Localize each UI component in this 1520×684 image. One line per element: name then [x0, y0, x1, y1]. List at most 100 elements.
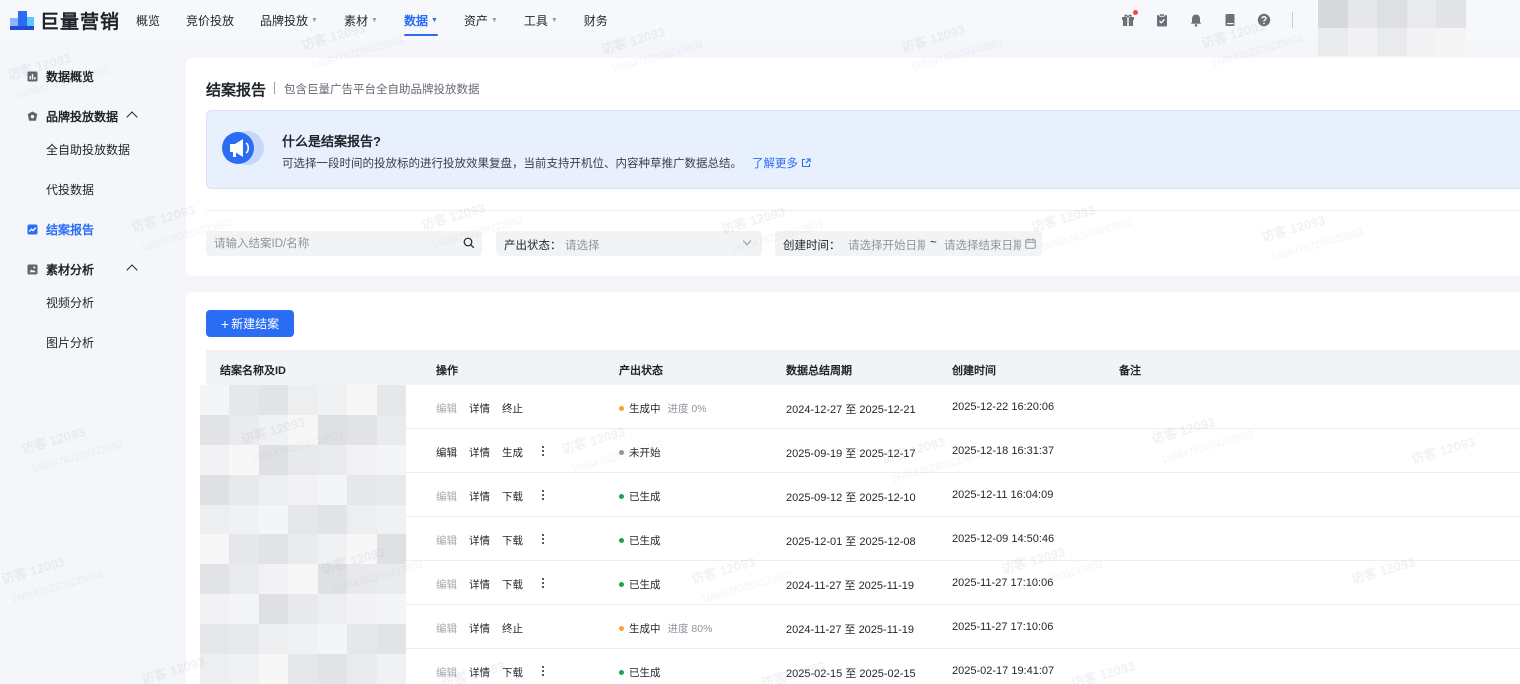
filter-divider: [206, 210, 1520, 211]
summary-period: 2025-09-12 至 2025-12-10: [786, 492, 916, 504]
bell-icon[interactable]: [1188, 12, 1204, 28]
nav-item-0[interactable]: 概览: [136, 0, 160, 40]
brand-logo-icon: [10, 9, 36, 31]
more-vertical-icon[interactable]: [540, 665, 546, 677]
row-action-2[interactable]: 终止: [502, 401, 523, 416]
row-action-1[interactable]: 详情: [469, 577, 490, 592]
row-action-2[interactable]: 终止: [502, 621, 523, 636]
nav-item-5[interactable]: 资产 ▼: [464, 0, 498, 40]
created-time: 2025-02-17 19:41:07: [952, 665, 1055, 677]
progress-text: 进度 80%: [667, 623, 713, 635]
chevron-down-icon: [742, 236, 752, 246]
nav-item-2[interactable]: 品牌投放 ▼: [260, 0, 318, 40]
date-range-separator: ~: [930, 237, 937, 249]
row-action-0[interactable]: 编辑: [436, 445, 457, 460]
nav-item-7[interactable]: 财务: [584, 0, 608, 40]
status-label: 生成中: [629, 403, 661, 415]
megaphone-icon: [221, 130, 265, 166]
title-divider: [274, 82, 275, 94]
gift-icon[interactable]: [1120, 10, 1138, 28]
learn-more-label: 了解更多: [752, 158, 798, 170]
more-vertical-icon[interactable]: [540, 533, 546, 545]
column-header-2: 产出状态: [619, 365, 663, 377]
sidebar-item-0[interactable]: 数据概览: [0, 58, 180, 94]
help-icon[interactable]: [1256, 12, 1272, 28]
learn-more-link[interactable]: 了解更多: [752, 155, 811, 171]
status-dot: [619, 582, 624, 587]
nav-item-4[interactable]: 数据 ▼: [403, 0, 438, 40]
row-action-1[interactable]: 详情: [469, 401, 490, 416]
row-action-0: 编辑: [436, 535, 457, 547]
summary-period: 2024-12-27 至 2025-12-21: [786, 404, 916, 416]
clipboard-check-icon[interactable]: [1154, 12, 1170, 28]
trend-icon: [27, 224, 38, 235]
search-icon[interactable]: [463, 237, 475, 249]
sidebar-item-6[interactable]: 视频分析: [0, 284, 180, 320]
more-vertical-icon[interactable]: [540, 489, 546, 501]
sidebar-item-4[interactable]: 结案报告: [0, 211, 180, 247]
nav-item-1[interactable]: 竞价投放: [186, 0, 234, 40]
page-subtitle: 包含巨量广告平台全自助品牌投放数据: [284, 84, 480, 96]
column-header-3: 数据总结周期: [786, 365, 852, 377]
row-action-0: 编辑: [436, 623, 457, 635]
book-icon[interactable]: [1222, 12, 1238, 28]
caret-down-icon: ▼: [430, 16, 438, 24]
sidebar-item-5[interactable]: 素材分析: [0, 251, 180, 287]
end-date-input[interactable]: 请选择结束日期: [944, 237, 1021, 253]
new-report-button[interactable]: + 新建结案: [206, 310, 294, 337]
nav-item-label: 品牌投放: [260, 13, 309, 28]
status-dot: [619, 406, 624, 411]
sidebar-item-label: 代投数据: [46, 182, 95, 197]
summary-period: 2025-02-15 至 2025-02-15: [786, 668, 916, 680]
column-header-0: 结案名称及ID: [220, 365, 286, 377]
row-action-0: 编辑: [436, 491, 457, 503]
external-link-icon: [801, 158, 811, 168]
row-action-2[interactable]: 生成: [502, 445, 523, 460]
avatar[interactable]: [1318, 0, 1466, 56]
status-select-placeholder: 请选择: [565, 240, 600, 252]
row-action-1[interactable]: 详情: [469, 533, 490, 548]
created-date-range[interactable]: 创建时间： 请选择开始日期 ~ 请选择结束日期: [775, 231, 1042, 256]
row-action-1[interactable]: 详情: [469, 489, 490, 504]
status-label: 已生成: [629, 491, 661, 503]
summary-period: 2025-09-19 至 2025-12-17: [786, 448, 916, 460]
sidebar-item-7[interactable]: 图片分析: [0, 324, 180, 360]
status-badge: 已生成: [619, 533, 661, 548]
sidebar-item-1[interactable]: 品牌投放数据: [0, 98, 180, 134]
created-date-label: 创建时间：: [783, 240, 841, 252]
row-action-1[interactable]: 详情: [469, 665, 490, 680]
row-action-1[interactable]: 详情: [469, 445, 490, 460]
brand-name: 巨量营销: [40, 11, 121, 33]
search-box[interactable]: [206, 231, 482, 256]
status-select[interactable]: 产出状态： 请选择: [496, 231, 762, 256]
sidebar-item-2[interactable]: 全自助投放数据: [0, 131, 180, 167]
summary-period: 2024-11-27 至 2025-11-19: [786, 580, 915, 592]
nav-item-label: 概览: [136, 13, 161, 28]
brand-logo[interactable]: 巨量营销: [10, 7, 126, 34]
search-input[interactable]: [214, 231, 454, 256]
column-header-4: 创建时间: [952, 365, 996, 377]
chevron-up-icon[interactable]: [126, 264, 138, 276]
row-action-1[interactable]: 详情: [469, 621, 490, 636]
row-action-2[interactable]: 下载: [502, 489, 523, 504]
status-badge: 已生成: [619, 665, 661, 680]
row-action-2[interactable]: 下载: [502, 577, 523, 592]
row-action-0: 编辑: [436, 667, 457, 679]
more-vertical-icon[interactable]: [540, 445, 546, 457]
page-title: 结案报告: [206, 82, 267, 99]
start-date-input[interactable]: 请选择开始日期: [848, 237, 925, 253]
row-action-2[interactable]: 下载: [502, 533, 523, 548]
caret-down-icon: ▼: [490, 16, 498, 24]
caret-down-icon: ▼: [311, 16, 318, 24]
nav-item-label: 数据: [403, 13, 428, 28]
created-time: 2025-12-18 16:31:37: [952, 445, 1055, 457]
row-action-0: 编辑: [436, 579, 457, 591]
nav-item-3[interactable]: 素材 ▼: [344, 0, 378, 40]
sidebar-item-3[interactable]: 代投数据: [0, 171, 180, 207]
more-vertical-icon[interactable]: [540, 577, 546, 589]
row-action-2[interactable]: 下载: [502, 665, 523, 680]
nav-item-6[interactable]: 工具 ▼: [524, 0, 558, 40]
sidebar-item-label: 品牌投放数据: [46, 109, 119, 124]
nav-divider: [1292, 12, 1293, 28]
chevron-up-icon[interactable]: [126, 111, 138, 123]
